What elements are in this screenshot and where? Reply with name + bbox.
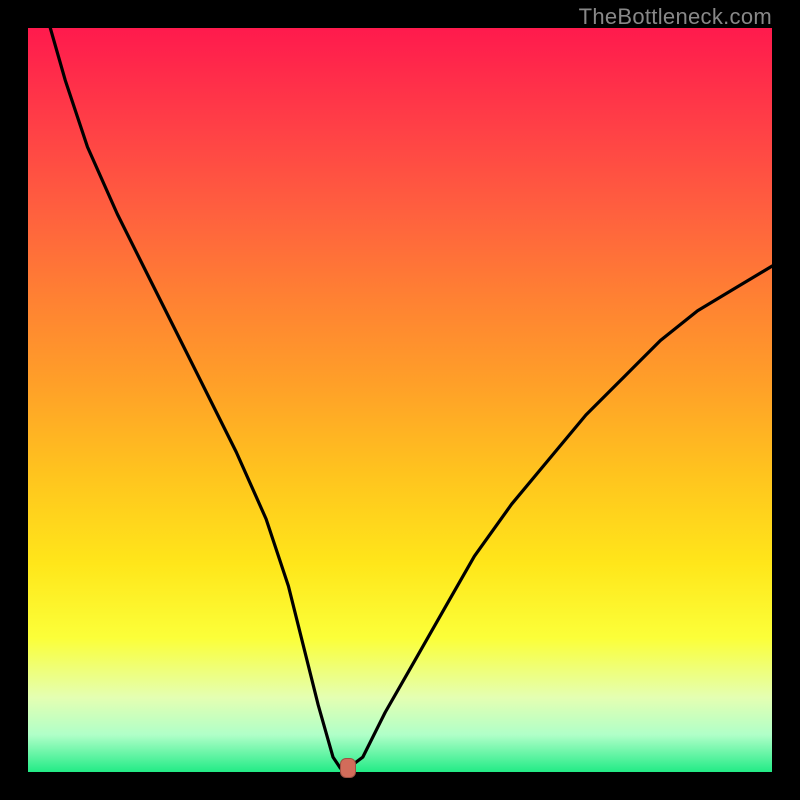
chart-container: TheBottleneck.com bbox=[0, 0, 800, 800]
watermark-text: TheBottleneck.com bbox=[579, 4, 772, 30]
optimal-point-marker bbox=[340, 758, 356, 778]
plot-gradient-background bbox=[28, 28, 772, 772]
